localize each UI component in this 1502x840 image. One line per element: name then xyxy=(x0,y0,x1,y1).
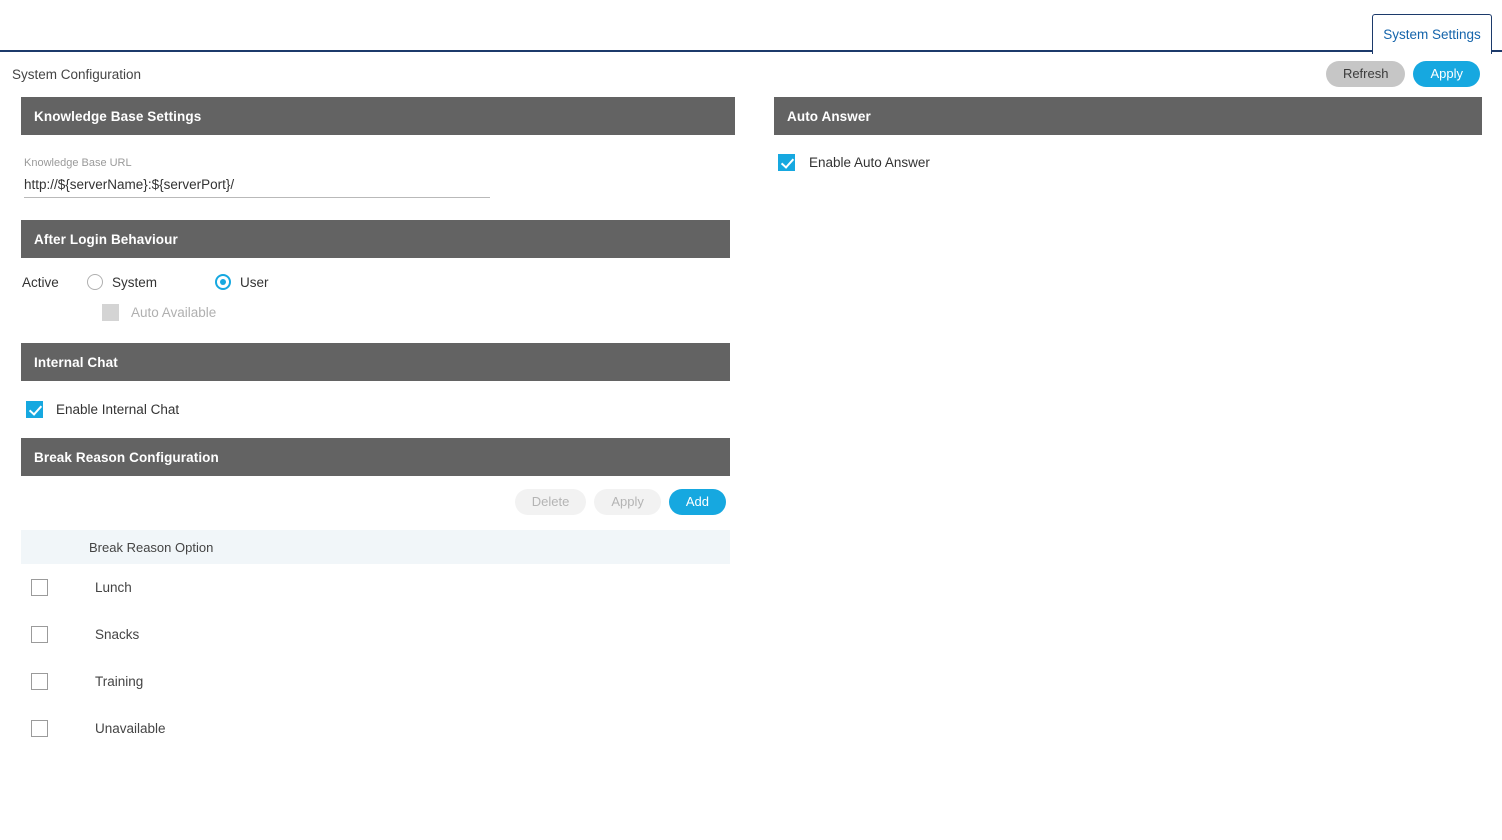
refresh-button[interactable]: Refresh xyxy=(1325,61,1406,87)
section-title: Knowledge Base Settings xyxy=(34,108,202,124)
section-title: Break Reason Configuration xyxy=(34,449,219,465)
table-row[interactable]: Training xyxy=(21,658,730,705)
page-title: System Configuration xyxy=(12,67,142,82)
auto-available-row[interactable]: Auto Available xyxy=(21,290,730,321)
after-login-active-row: Active System User xyxy=(21,258,730,290)
row-label: Unavailable xyxy=(95,721,166,736)
active-label: Active xyxy=(22,274,59,290)
row-label: Training xyxy=(95,674,144,689)
delete-button[interactable]: Delete xyxy=(514,489,587,515)
section-header-knowledge-base: Knowledge Base Settings xyxy=(21,97,735,135)
section-header-auto-answer: Auto Answer xyxy=(774,97,1482,135)
enable-auto-answer-row[interactable]: Enable Auto Answer xyxy=(774,135,1482,171)
table-row[interactable]: Lunch xyxy=(21,564,730,611)
row-label: Lunch xyxy=(95,580,132,595)
right-column: Auto Answer Enable Auto Answer xyxy=(774,97,1482,171)
break-apply-button[interactable]: Apply xyxy=(594,489,661,515)
row-checkbox-cell[interactable] xyxy=(21,626,89,643)
checkbox-icon-row xyxy=(31,720,48,737)
section-title: Auto Answer xyxy=(787,108,871,124)
add-button[interactable]: Add xyxy=(668,489,726,515)
section-title: After Login Behaviour xyxy=(34,231,178,247)
checkbox-icon-row xyxy=(31,579,48,596)
tab-label: System Settings xyxy=(1383,27,1481,42)
radio-circle-icon xyxy=(87,274,103,290)
knowledge-base-url-field-wrap: Knowledge Base URL xyxy=(21,135,730,198)
table-header-row: Break Reason Option xyxy=(21,530,730,564)
radio-circle-selected-icon xyxy=(215,274,232,290)
tab-system-settings[interactable]: System Settings xyxy=(1372,14,1492,54)
radio-option-system[interactable]: System xyxy=(87,274,157,290)
table-row[interactable]: Unavailable xyxy=(21,705,730,752)
radio-label: User xyxy=(240,274,269,290)
row-checkbox-cell[interactable] xyxy=(21,673,89,690)
tab-strip: System Settings xyxy=(0,0,1502,54)
section-title: Internal Chat xyxy=(34,354,118,370)
radio-label: System xyxy=(112,274,158,290)
table-row[interactable]: Snacks xyxy=(21,611,730,658)
knowledge-base-url-label: Knowledge Base URL xyxy=(24,157,132,169)
section-header-internal-chat: Internal Chat xyxy=(21,343,730,381)
radio-option-user[interactable]: User xyxy=(215,274,269,290)
checkbox-icon-row xyxy=(31,673,48,690)
left-column: Knowledge Base Settings Knowledge Base U… xyxy=(21,97,735,752)
enable-internal-chat-label: Enable Internal Chat xyxy=(56,402,180,417)
knowledge-base-url-input[interactable] xyxy=(24,177,490,198)
row-label: Snacks xyxy=(95,627,140,642)
break-reason-table: Break Reason Option Lunch Snacks Trainin… xyxy=(21,530,730,752)
break-reason-actions: Delete Apply Add xyxy=(21,476,730,515)
enable-internal-chat-row[interactable]: Enable Internal Chat xyxy=(21,381,730,418)
page-toolbar: System Configuration Refresh Apply xyxy=(0,52,1502,97)
checkbox-icon-enable-auto-answer xyxy=(778,154,795,171)
checkbox-icon-row xyxy=(31,626,48,643)
section-header-break-reason: Break Reason Configuration xyxy=(21,438,730,476)
row-checkbox-cell[interactable] xyxy=(21,579,89,596)
checkbox-icon-auto-available xyxy=(102,304,119,321)
checkbox-icon-enable-internal-chat xyxy=(26,401,43,418)
auto-available-label: Auto Available xyxy=(131,305,217,320)
column-header-break-reason-option: Break Reason Option xyxy=(89,539,214,555)
apply-button[interactable]: Apply xyxy=(1413,61,1480,87)
section-header-after-login: After Login Behaviour xyxy=(21,220,730,258)
enable-auto-answer-label: Enable Auto Answer xyxy=(809,155,930,170)
toolbar-actions: Refresh Apply xyxy=(1325,61,1480,87)
row-checkbox-cell[interactable] xyxy=(21,720,89,737)
